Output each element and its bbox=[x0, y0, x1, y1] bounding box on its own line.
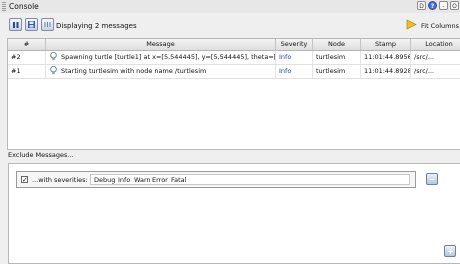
row-location: /src/... bbox=[411, 51, 460, 64]
row-message: Starting turtlesim with node name /turtl… bbox=[61, 67, 207, 75]
message-table[interactable]: # Message Severity Node Stamp Location #… bbox=[7, 38, 460, 150]
info-bulb-icon bbox=[50, 52, 57, 61]
clear-button[interactable] bbox=[41, 18, 54, 31]
row-message: Spawning turtle [turtle1] at x=[5,544445… bbox=[61, 53, 275, 61]
row-severity: Info bbox=[276, 51, 313, 64]
dock-button[interactable]: D bbox=[417, 1, 426, 10]
severity-option-fatal[interactable]: Fatal bbox=[171, 176, 186, 184]
row-message-cell: Starting turtlesim with node name /turtl… bbox=[46, 65, 276, 78]
pause-button[interactable] bbox=[9, 18, 22, 31]
pause-icon bbox=[13, 22, 19, 28]
info-bulb-icon bbox=[50, 66, 57, 75]
save-button[interactable] bbox=[25, 18, 38, 31]
drag-grip-icon[interactable] bbox=[2, 2, 6, 11]
help-button[interactable]: ? bbox=[428, 1, 437, 10]
row-number: #2 bbox=[8, 51, 46, 64]
row-severity: Info bbox=[276, 65, 313, 78]
minimize-button[interactable]: - bbox=[439, 1, 448, 10]
console-window: Console D ? - O Displaying 2 messages Fi… bbox=[0, 0, 460, 264]
severity-filter-row: ✓ ...with severities: Debug Info Warn Er… bbox=[16, 171, 416, 188]
remove-filter-button[interactable] bbox=[426, 173, 438, 185]
severity-option-warn[interactable]: Warn bbox=[134, 176, 151, 184]
row-node: turtlesim bbox=[313, 65, 361, 78]
column-header-location[interactable]: Location bbox=[411, 39, 460, 50]
close-button[interactable]: O bbox=[450, 1, 459, 10]
save-icon bbox=[28, 21, 35, 28]
severity-option-info[interactable]: Info bbox=[118, 176, 130, 184]
column-header-node[interactable]: Node bbox=[313, 39, 361, 50]
title-bar: Console D ? - O bbox=[0, 0, 460, 13]
table-row[interactable]: #2 Spawning turtle [turtle1] at x=[5,544… bbox=[8, 51, 460, 65]
title-bar-buttons: D ? - O bbox=[417, 1, 459, 10]
message-count-status: Displaying 2 messages bbox=[56, 22, 137, 30]
fit-columns-button[interactable]: Fit Columns bbox=[421, 22, 459, 30]
row-stamp: 11:01:44.8956... bbox=[361, 51, 411, 64]
row-location: /src/... bbox=[411, 65, 460, 78]
add-filter-button[interactable] bbox=[444, 245, 456, 257]
severity-filter-label: ...with severities: bbox=[32, 176, 88, 184]
exclude-messages-label: Exclude Messages... bbox=[8, 151, 74, 159]
severity-list[interactable]: Debug Info Warn Error Fatal bbox=[90, 174, 410, 185]
column-header-severity[interactable]: Severity bbox=[276, 39, 313, 50]
clear-icon bbox=[44, 22, 51, 27]
row-stamp: 11:01:44.8928... bbox=[361, 65, 411, 78]
table-header: # Message Severity Node Stamp Location bbox=[8, 39, 460, 51]
filter-enable-checkbox[interactable]: ✓ bbox=[21, 176, 28, 184]
window-title: Console bbox=[9, 2, 39, 11]
exclude-filter-list: ✓ ...with severities: Debug Info Warn Er… bbox=[8, 163, 460, 264]
severity-option-error[interactable]: Error bbox=[152, 176, 168, 184]
row-node: turtlesim bbox=[313, 51, 361, 64]
fit-columns-icon[interactable] bbox=[406, 19, 417, 30]
column-header-message[interactable]: Message bbox=[46, 39, 276, 50]
column-header-stamp[interactable]: Stamp bbox=[361, 39, 411, 50]
toolbar: Displaying 2 messages Fit Columns bbox=[0, 13, 460, 37]
row-message-cell: Spawning turtle [turtle1] at x=[5,544445… bbox=[46, 51, 276, 64]
row-number: #1 bbox=[8, 65, 46, 78]
severity-option-debug[interactable]: Debug bbox=[94, 176, 115, 184]
column-header-number[interactable]: # bbox=[8, 39, 46, 50]
table-row[interactable]: #1 Starting turtlesim with node name /tu… bbox=[8, 65, 460, 79]
